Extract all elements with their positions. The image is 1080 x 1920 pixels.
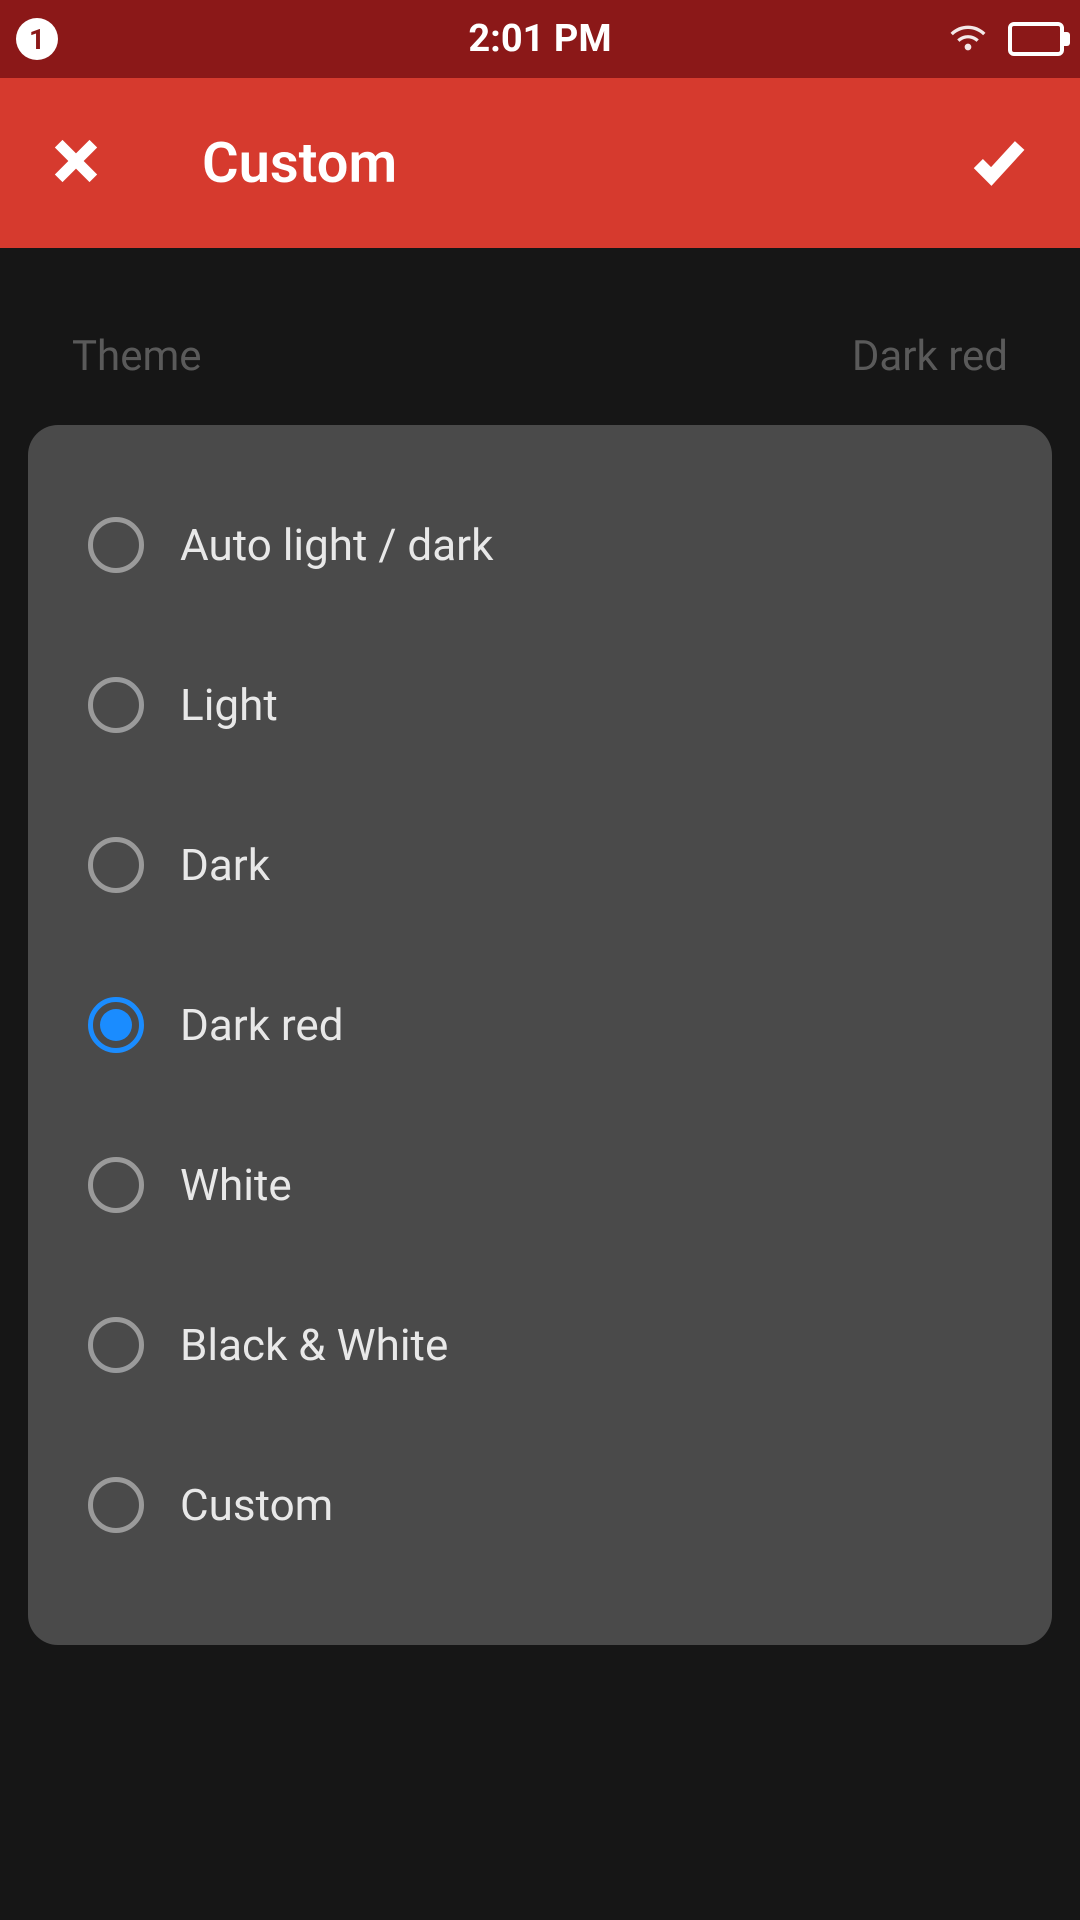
theme-option[interactable]: Dark — [88, 785, 992, 945]
theme-summary-value: Dark red — [852, 332, 1008, 381]
page-title: Custom — [202, 130, 397, 196]
confirm-button[interactable] — [968, 130, 1030, 196]
theme-option-label: Dark red — [180, 999, 344, 1051]
status-time: 2:01 PM — [468, 17, 611, 61]
radio-unselected-icon — [88, 1157, 144, 1213]
radio-unselected-icon — [88, 1317, 144, 1373]
theme-option[interactable]: White — [88, 1105, 992, 1265]
close-button[interactable] — [50, 135, 102, 191]
status-bar: 1 2:01 PM — [0, 0, 1080, 78]
radio-unselected-icon — [88, 517, 144, 573]
theme-option-label: Light — [180, 679, 278, 731]
radio-unselected-icon — [88, 677, 144, 733]
close-icon — [50, 135, 102, 191]
theme-options-panel: Auto light / dark Light Dark Dark red White B… — [28, 425, 1052, 1645]
theme-option-label: Custom — [180, 1479, 333, 1531]
battery-icon — [1008, 22, 1064, 56]
status-icons — [948, 17, 1064, 61]
theme-option-label: Auto light / dark — [180, 519, 493, 571]
theme-option[interactable]: Light — [88, 625, 992, 785]
theme-option-label: White — [180, 1159, 292, 1211]
theme-option-label: Black & White — [180, 1319, 448, 1371]
radio-unselected-icon — [88, 837, 144, 893]
radio-selected-icon — [88, 997, 144, 1053]
theme-summary-row[interactable]: Theme Dark red — [0, 288, 1080, 425]
theme-option[interactable]: Black & White — [88, 1265, 992, 1425]
theme-option-label: Dark — [180, 839, 270, 891]
theme-option[interactable]: Dark red — [88, 945, 992, 1105]
theme-option[interactable]: Auto light / dark — [88, 465, 992, 625]
radio-unselected-icon — [88, 1477, 144, 1533]
theme-option[interactable]: Custom — [88, 1425, 992, 1585]
app-bar: Custom — [0, 78, 1080, 248]
notification-badge[interactable]: 1 — [16, 18, 58, 60]
theme-summary-label: Theme — [72, 332, 202, 381]
notification-count: 1 — [29, 23, 45, 56]
check-icon — [968, 130, 1030, 196]
wifi-icon — [948, 17, 988, 61]
